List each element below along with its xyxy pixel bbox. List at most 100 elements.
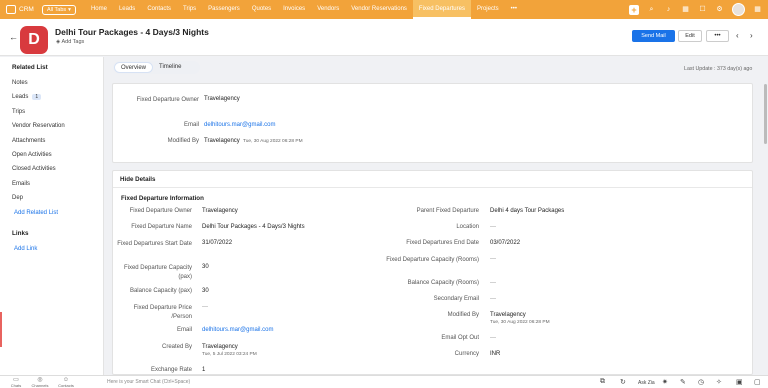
- smart-chat-input[interactable]: Here is your Smart Chat (Ctrl+Space): [107, 379, 190, 385]
- all-tabs-dropdown[interactable]: All Tabs ▾: [42, 4, 76, 15]
- field-label: Location: [456, 224, 479, 230]
- all-tabs-label: All Tabs: [47, 6, 67, 13]
- message-icon[interactable]: ▢: [754, 378, 761, 386]
- field-value[interactable]: —: [490, 296, 496, 302]
- field-value[interactable]: Travelagency: [202, 208, 238, 214]
- create-plus-icon[interactable]: +: [629, 4, 639, 15]
- field-value[interactable]: Delhi 4 days Tour Packages: [490, 208, 564, 214]
- sidebar-item-closed-activities[interactable]: Closed Activities: [12, 166, 56, 172]
- divider: [113, 187, 752, 188]
- field-label: Fixed Departure Capacity (pax): [123, 265, 192, 280]
- field-label: Fixed Departures End Date: [406, 240, 479, 246]
- tab-quotes[interactable]: Quotes: [246, 0, 277, 19]
- marketplace-icon[interactable]: ☐: [698, 5, 707, 14]
- edit-button[interactable]: Edit: [678, 30, 702, 42]
- sidebar-item-dep[interactable]: Dep: [12, 195, 23, 201]
- field-value[interactable]: Delhi Tour Packages - 4 Days/3 Nights: [202, 224, 305, 230]
- field-value[interactable]: 30: [202, 288, 209, 294]
- tab-passengers[interactable]: Passengers: [202, 0, 246, 19]
- back-arrow-icon[interactable]: ←: [9, 32, 18, 42]
- field-value[interactable]: —: [490, 335, 496, 341]
- field-value[interactable]: INR: [490, 351, 500, 357]
- search-icon[interactable]: ⌕: [647, 5, 656, 14]
- feedback-tab-edge[interactable]: [0, 312, 2, 347]
- details-card: Hide Details Fixed Departure Information…: [112, 170, 753, 375]
- tab-vendors[interactable]: Vendors: [311, 0, 345, 19]
- sidebar-item-notes[interactable]: Notes: [12, 80, 28, 86]
- tab-contacts[interactable]: Contacts: [141, 0, 177, 19]
- more-tabs-button[interactable]: •••: [505, 0, 523, 19]
- crm-logo[interactable]: CRM: [0, 5, 42, 14]
- record-title: Delhi Tour Packages - 4 Days/3 Nights: [55, 27, 209, 37]
- field-label: Currency: [454, 351, 479, 357]
- add-tags-link[interactable]: ◈ Add Tags: [56, 39, 84, 45]
- tab-overview[interactable]: Overview: [114, 62, 154, 73]
- email-value[interactable]: delhitours.mar@gmail.com: [204, 122, 275, 128]
- page-scrollbar[interactable]: [764, 84, 767, 144]
- field-value[interactable]: delhitours.mar@gmail.com: [202, 327, 273, 333]
- field-value[interactable]: 31/07/2022: [202, 240, 232, 246]
- field-value[interactable]: 03/07/2022: [490, 240, 520, 246]
- previous-record-icon[interactable]: ‹: [736, 31, 739, 40]
- tab-invoices[interactable]: Invoices: [277, 0, 311, 19]
- sidebar-item-leads[interactable]: Leads 1: [12, 94, 42, 100]
- tab-projects[interactable]: Projects: [471, 0, 505, 19]
- channels-label: Channels: [31, 383, 49, 388]
- screen-share-icon[interactable]: ⧉: [600, 378, 605, 386]
- tab-vendor-reservations[interactable]: Vendor Reservations: [345, 0, 413, 19]
- field-label: Secondary Email: [433, 296, 479, 302]
- bulb-icon[interactable]: ✷: [662, 378, 668, 386]
- bottom-bar: ▭ Chats ◎ Channels ☺ Contacts Here is yo…: [0, 375, 768, 388]
- field-label: Email: [176, 327, 192, 333]
- hide-details-toggle[interactable]: Hide Details: [120, 176, 155, 183]
- chats-button[interactable]: ▭ Chats: [6, 377, 26, 388]
- clock-icon[interactable]: ◷: [698, 378, 704, 386]
- field-value[interactable]: —: [490, 224, 496, 230]
- sidebar-item-label: Closed Activities: [12, 166, 56, 172]
- next-record-icon[interactable]: ›: [750, 31, 753, 40]
- record-header: ← D Delhi Tour Packages - 4 Days/3 Night…: [0, 19, 768, 56]
- field-value[interactable]: —: [202, 304, 208, 310]
- tab-leads[interactable]: Leads: [113, 0, 141, 19]
- refresh-icon[interactable]: ↻: [620, 378, 626, 386]
- sidebar-item-attachments[interactable]: Attachments: [12, 138, 45, 144]
- sidebar-item-trips[interactable]: Trips: [12, 109, 25, 115]
- field-label: Fixed Departure Name: [131, 224, 192, 230]
- bell-icon[interactable]: ♪: [664, 5, 673, 14]
- field-value[interactable]: —: [490, 280, 496, 286]
- calendar-icon[interactable]: ▦: [681, 5, 690, 14]
- field-value: Travelagency: [490, 312, 526, 318]
- sidebar-item-vendor-reservation[interactable]: Vendor Reservation: [12, 123, 65, 129]
- field-value[interactable]: —: [490, 256, 496, 262]
- add-related-list-link[interactable]: Add Related List: [14, 210, 58, 216]
- sidebar-item-label: Vendor Reservation: [12, 123, 65, 129]
- calculator-icon[interactable]: ▣: [736, 378, 743, 386]
- send-mail-button[interactable]: Send Mail: [632, 30, 675, 42]
- user-avatar[interactable]: [732, 3, 745, 16]
- field-value[interactable]: 1: [202, 367, 205, 373]
- apps-grid-icon[interactable]: ▦: [753, 5, 762, 14]
- sidebar-item-label: Dep: [12, 195, 24, 201]
- gear-icon[interactable]: ⚙: [715, 5, 724, 14]
- field-value[interactable]: 30: [202, 264, 209, 270]
- field-label: Fixed Departures Start Date: [117, 241, 192, 247]
- add-link-link[interactable]: Add Link: [14, 246, 37, 252]
- contacts-button[interactable]: ☺ Contacts: [56, 377, 76, 388]
- tab-fixed-departures[interactable]: Fixed Departures: [412, 0, 471, 19]
- tab-timeline[interactable]: Timeline: [153, 62, 187, 73]
- more-actions-button[interactable]: •••: [706, 30, 729, 42]
- channels-button[interactable]: ◎ Channels: [30, 377, 50, 388]
- sparkle-icon[interactable]: ✧: [716, 378, 722, 386]
- field-label: Balance Capacity (pax): [129, 288, 192, 294]
- edit-icon[interactable]: ✎: [680, 378, 686, 386]
- field-subtext: Tue, 5 Jul 2022 03:24 PM: [202, 352, 257, 357]
- sidebar-item-emails[interactable]: Emails: [12, 181, 30, 187]
- sidebar-item-label: Emails: [12, 181, 31, 187]
- sidebar-item-open-activities[interactable]: Open Activities: [12, 152, 52, 158]
- sidebar-item-label: Trips: [12, 109, 26, 115]
- email-label: Email: [183, 122, 199, 128]
- ask-zia-button[interactable]: Ask Zia: [638, 380, 655, 386]
- tab-home[interactable]: Home: [85, 0, 113, 19]
- owner-value[interactable]: Travelagency: [204, 96, 240, 102]
- tab-trips[interactable]: Trips: [177, 0, 202, 19]
